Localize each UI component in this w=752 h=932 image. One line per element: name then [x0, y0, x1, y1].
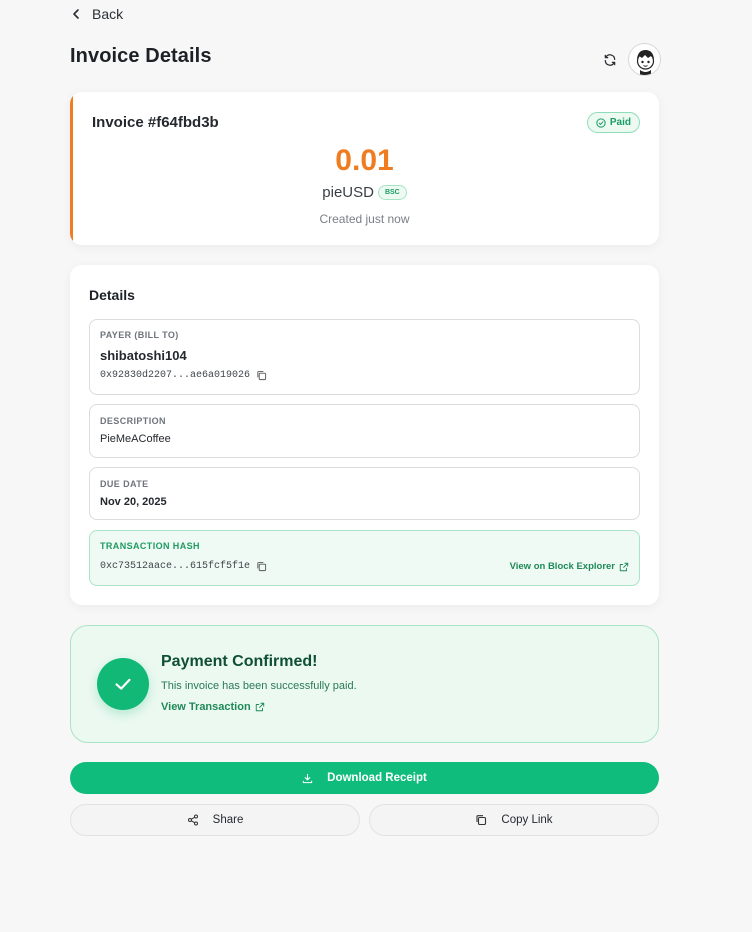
share-icon — [187, 814, 198, 826]
refresh-button[interactable] — [598, 48, 622, 72]
copy-icon[interactable] — [256, 561, 267, 572]
description-value: PieMeACoffee — [100, 433, 171, 445]
check-circle-icon — [596, 117, 606, 128]
copy-icon — [476, 815, 487, 826]
payer-address: 0x92830d2207...ae6a019026 — [100, 370, 251, 381]
download-receipt-button[interactable]: Download Receipt — [70, 762, 659, 794]
details-title: Details — [89, 287, 135, 303]
view-transaction-link[interactable]: View Transaction — [161, 701, 265, 713]
avatar-icon — [636, 50, 655, 75]
external-link-icon — [619, 562, 629, 571]
copy-link-button[interactable]: Copy Link — [369, 804, 659, 836]
transaction-hash: 0xc73512aace...615fcf5f1e — [100, 561, 251, 572]
currency-row: pieUSD BSC — [70, 184, 659, 201]
refresh-icon — [604, 54, 616, 66]
description-field: DESCRIPTION PieMeACoffee — [89, 404, 640, 458]
payer-field: PAYER (BILL TO) shibatoshi104 0x92830d22… — [89, 319, 640, 395]
page-title: Invoice Details — [70, 45, 212, 67]
payer-name: shibatoshi104 — [100, 348, 187, 363]
invoice-amount: 0.01 — [335, 144, 394, 177]
status-label: Paid — [609, 117, 631, 128]
transaction-hash-label: TRANSACTION HASH — [100, 541, 200, 551]
transaction-hash-row: 0xc73512aace...615fcf5f1e — [100, 561, 267, 572]
payment-confirmed-card: Payment Confirmed! This invoice has been… — [70, 625, 659, 743]
block-explorer-link[interactable]: View on Block Explorer — [510, 561, 629, 572]
transaction-hash-field: TRANSACTION HASH 0xc73512aace...615fcf5f… — [89, 530, 640, 586]
back-link[interactable]: Back — [70, 4, 123, 24]
share-label: Share — [212, 814, 244, 826]
share-button[interactable]: Share — [70, 804, 360, 836]
invoice-number: Invoice #f64fbd3b — [92, 114, 219, 131]
chevron-left-icon — [73, 9, 79, 19]
network-badge: BSC — [377, 185, 407, 200]
status-badge: Paid — [586, 112, 640, 133]
invoice-summary-card: Invoice #f64fbd3b Paid 0.01 pieUSD BSC C… — [70, 92, 659, 245]
check-icon — [115, 678, 131, 690]
block-explorer-label: View on Block Explorer — [509, 561, 615, 572]
download-receipt-label: Download Receipt — [327, 772, 427, 784]
due-date-value: Nov 20, 2025 — [100, 496, 167, 508]
details-card: Details PAYER (BILL TO) shibatoshi104 0x… — [70, 265, 659, 605]
download-icon — [302, 773, 313, 783]
success-check-badge — [97, 658, 149, 710]
created-timestamp: Created just now — [319, 212, 410, 226]
external-link-icon — [255, 702, 264, 712]
view-transaction-label: View Transaction — [161, 701, 251, 713]
due-date-field: DUE DATE Nov 20, 2025 — [89, 467, 640, 520]
payer-address-row: 0x92830d2207...ae6a019026 — [100, 370, 267, 381]
currency-label: pieUSD — [322, 184, 374, 201]
copy-icon[interactable] — [256, 370, 267, 381]
avatar[interactable] — [628, 43, 661, 76]
confirmation-message: This invoice has been successfully paid. — [161, 680, 357, 692]
confirmation-title: Payment Confirmed! — [161, 653, 318, 670]
copy-link-label: Copy Link — [501, 814, 553, 826]
back-label: Back — [92, 6, 124, 22]
payer-label: PAYER (BILL TO) — [100, 330, 179, 340]
description-label: DESCRIPTION — [100, 416, 166, 426]
due-date-label: DUE DATE — [100, 479, 149, 489]
